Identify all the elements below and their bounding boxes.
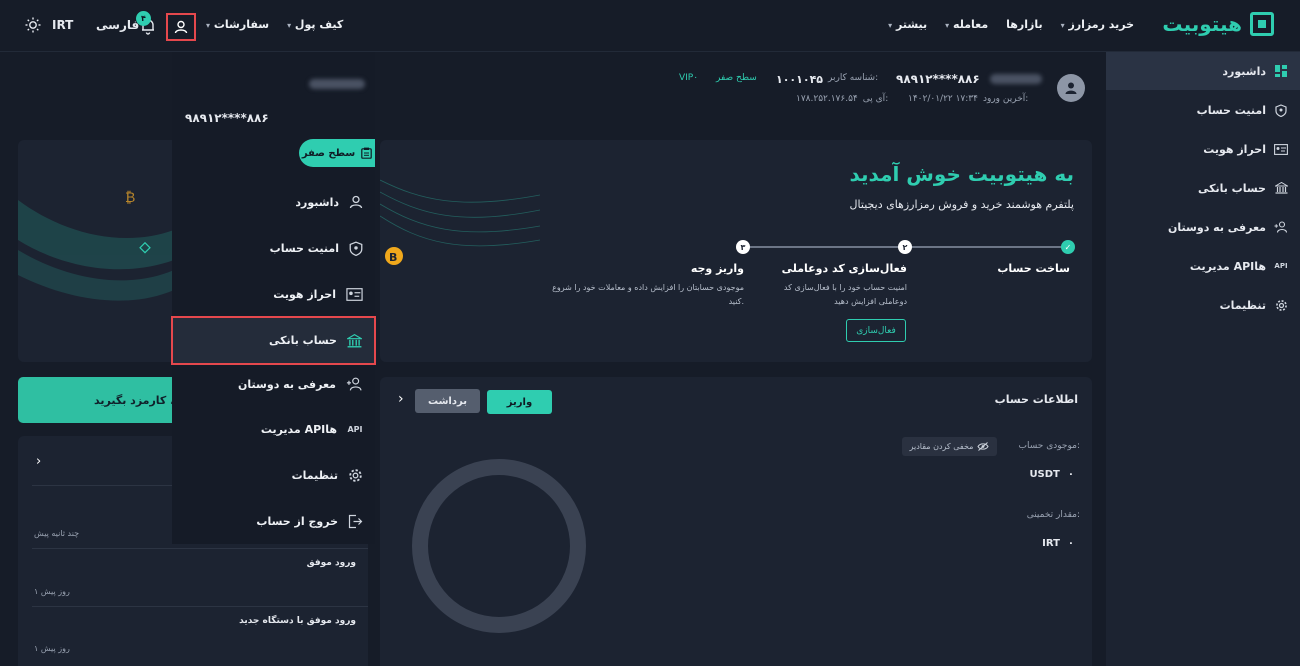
user-dropdown-menu: ۹۸۹۱۲****۸۸۶ داشبورد امنیت حساب احراز هو… <box>171 52 376 544</box>
chevron-right-icon[interactable]: › <box>398 391 404 407</box>
menu-item-kyc[interactable]: احراز هویت <box>172 274 375 314</box>
logo-icon <box>1250 12 1274 36</box>
menu-item-referral[interactable]: معرفی به دوستان <box>172 364 375 404</box>
sidebar-item-security[interactable]: امنیت حساب <box>1106 91 1300 129</box>
language-selector[interactable]: فارسی <box>96 18 139 32</box>
hero-banner-left: ₿ <box>18 140 174 362</box>
dropdown-phone: ۹۸۹۱۲****۸۸۶ <box>185 111 269 125</box>
menu-item-bank-account[interactable]: حساب بانکی <box>171 316 376 365</box>
last-login: ۱۴۰۲/۰۱/۲۲ ۱۷:۳۴ آخرین ورود: <box>908 94 1029 104</box>
menu-item-api[interactable]: مدیریت APIها API <box>172 409 375 449</box>
level-badge: سطح صفر <box>716 73 757 83</box>
shield-icon <box>349 240 363 256</box>
api-icon: API <box>1274 262 1288 270</box>
wave-decoration: B <box>380 179 540 265</box>
bank-icon <box>1274 181 1288 195</box>
svg-text:B: B <box>389 251 397 264</box>
estimate-label: مقدار تخمینی: <box>1026 510 1080 520</box>
user-icon <box>1065 82 1077 94</box>
step-1-title: ساخت حساب <box>997 262 1070 275</box>
vip-badge: VIP۰ <box>679 73 699 83</box>
referral-promo[interactable]: ن، کارمزد بگیرید! <box>18 377 174 423</box>
welcome-banner: B به هیتوبیت خوش آمدید پلتفرم هوشمند خری… <box>380 140 1092 362</box>
profile-phone: ۹۸۹۱۲****۸۸۶ <box>896 72 980 86</box>
user-icon <box>174 20 188 34</box>
menu-item-logout[interactable]: خروج از حساب <box>172 501 375 541</box>
dashboard-icon <box>1274 64 1288 78</box>
step-2-title: فعال‌سازی کد دوعاملی <box>781 262 907 275</box>
deposit-button[interactable]: واریز <box>487 390 552 414</box>
nav-more[interactable]: ▾ بیشتر <box>888 18 927 31</box>
shield-icon <box>1274 103 1288 117</box>
menu-item-security[interactable]: امنیت حساب <box>172 228 375 268</box>
activity-title: ورود موفق <box>306 558 356 568</box>
step-3-desc: موجودی حسابتان را افزایش داده و معاملات … <box>552 283 744 306</box>
bank-icon <box>347 333 362 347</box>
user-plus-icon <box>1274 220 1288 234</box>
nav-buy-crypto[interactable]: ▾ خرید رمزارز <box>1061 18 1134 31</box>
sidebar-item-kyc[interactable]: احراز هویت <box>1106 130 1300 168</box>
id-card-icon <box>346 287 363 301</box>
menu-item-dashboard[interactable]: داشبورد <box>172 182 375 222</box>
menu-item-settings[interactable]: تنظیمات <box>172 455 375 495</box>
sidebar-item-settings[interactable]: تنظیمات <box>1106 286 1300 324</box>
sidebar: داشبورد امنیت حساب احراز هویت حساب بانکی… <box>1106 52 1300 666</box>
user-id-field: ۱۰۰۱۰۴۵ شناسه کاربر: <box>776 73 879 86</box>
gear-icon <box>1274 298 1288 312</box>
welcome-subtitle: پلتفرم هوشمند خرید و فروش رمزارزهای دیجی… <box>849 198 1074 211</box>
avatar <box>1057 74 1085 102</box>
logo-text: هیتوبیت <box>1162 12 1243 36</box>
step-2-desc: امنیت حساب خود را با فعال‌سازی کد دوعامل… <box>783 283 907 306</box>
list-item <box>32 548 368 549</box>
estimate-row: IRT ۰ <box>1042 538 1074 549</box>
sidebar-item-referral[interactable]: معرفی به دوستان <box>1106 208 1300 246</box>
welcome-title: به هیتوبیت خوش آمدید <box>849 162 1074 186</box>
user-nav: ▾ سفارشات ▾ کیف پول <box>206 18 343 31</box>
nav-markets[interactable]: بازارها <box>1006 18 1042 31</box>
chevron-right-icon[interactable]: › <box>36 454 41 469</box>
withdraw-button[interactable]: برداشت <box>415 389 480 413</box>
balance-donut-chart <box>412 459 586 633</box>
activate-2fa-button[interactable]: فعال‌سازی <box>846 319 906 342</box>
logo[interactable]: هیتوبیت <box>1162 12 1274 36</box>
user-menu-button[interactable] <box>166 13 196 41</box>
wave-decoration: ₿ <box>18 190 174 301</box>
activity-time: ۱ روز پیش <box>34 644 70 653</box>
activity-time: چند ثانیه پیش <box>34 529 80 538</box>
hide-values-button[interactable]: مخفی کردن مقادیر <box>902 437 997 456</box>
gear-icon <box>349 468 362 482</box>
currency-selector[interactable]: IRT <box>52 18 73 32</box>
account-info-title: اطلاعات حساب <box>994 393 1078 406</box>
sidebar-item-bank[interactable]: حساب بانکی <box>1106 169 1300 207</box>
svg-text:₿: ₿ <box>125 190 135 206</box>
api-icon: API <box>347 424 363 434</box>
step-3-marker: ۳ <box>736 240 750 254</box>
username-redacted <box>309 79 365 89</box>
logout-icon <box>348 514 363 528</box>
main-nav: ▾ بیشتر ▾ معامله بازارها ▾ خرید رمزارز <box>888 18 1134 31</box>
sidebar-item-dashboard[interactable]: داشبورد <box>1106 52 1300 90</box>
nav-wallet[interactable]: ▾ کیف پول <box>287 18 343 31</box>
sidebar-item-api[interactable]: مدیریت APIها API <box>1106 247 1300 285</box>
balance-row: USDT ۰ <box>1029 469 1074 480</box>
sun-icon[interactable] <box>24 16 42 34</box>
clipboard-icon <box>361 147 372 159</box>
step-2-marker: ۲ <box>898 240 912 254</box>
activity-time: ۱ روز پیش <box>34 587 70 596</box>
username-redacted <box>990 74 1042 84</box>
id-card-icon <box>1274 142 1288 156</box>
user-plus-icon <box>346 377 362 391</box>
nav-trade[interactable]: ▾ معامله <box>945 18 988 31</box>
step-1-check-icon: ✓ <box>1061 240 1075 254</box>
eye-off-icon <box>977 442 990 451</box>
dropdown-level-badge[interactable]: سطح صفر <box>299 139 375 167</box>
nav-orders[interactable]: ▾ سفارشات <box>206 18 269 31</box>
activity-title: ورود موفق با دستگاه جدید <box>239 616 356 626</box>
list-item <box>32 606 368 607</box>
step-3-title: واریز وجه <box>690 262 744 275</box>
user-icon <box>349 195 363 209</box>
last-ip: ۱۷۸.۲۵۲.۱۷۶.۵۴ آی پی: <box>796 94 889 104</box>
balance-label: موجودی حساب: <box>1018 441 1080 451</box>
